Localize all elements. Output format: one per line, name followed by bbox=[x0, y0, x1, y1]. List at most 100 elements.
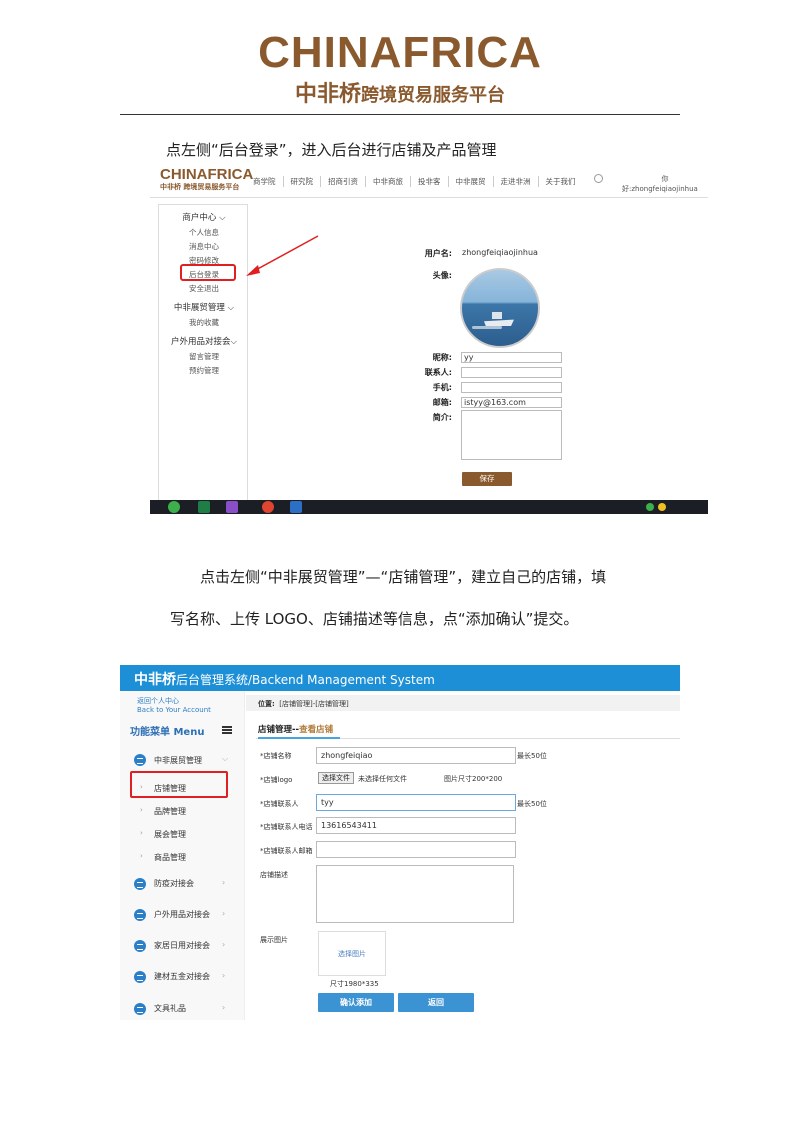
brand-subtitle: 中非桥跨境贸易服务平台 bbox=[0, 76, 800, 108]
sidebar-group-expo[interactable]: 中非展贸管理 ⌵ bbox=[159, 301, 249, 313]
backend-title: 中非桥后台管理系统/Backend Management System bbox=[134, 669, 435, 689]
hamburger-icon[interactable] bbox=[222, 726, 232, 734]
avatar[interactable] bbox=[460, 268, 540, 348]
menu-item-brand-mgmt[interactable]: 品牌管理 bbox=[154, 806, 186, 817]
save-button[interactable]: 保存 bbox=[462, 472, 512, 486]
backend-title-rest: 后台管理系统/Backend Management System bbox=[176, 673, 435, 687]
intro-label: 简介: bbox=[432, 413, 452, 422]
nav-item[interactable]: 商学院 bbox=[246, 176, 284, 187]
app-icon[interactable] bbox=[168, 501, 180, 513]
menu-group-icon bbox=[134, 940, 146, 952]
menu-group-epidemic[interactable]: 防疫对接会 bbox=[154, 878, 194, 889]
menu-group-home[interactable]: 家居日用对接会 bbox=[154, 940, 210, 951]
sidebar-item-messages-mgmt[interactable]: 留言管理 bbox=[159, 351, 249, 362]
image-size-note: 尺寸1980*335 bbox=[330, 980, 379, 988]
sidebar-item-profile[interactable]: 个人信息 bbox=[159, 227, 249, 238]
email-input[interactable]: istyy@163.com bbox=[461, 397, 562, 408]
menu-item-goods-mgmt[interactable]: 商品管理 bbox=[154, 852, 186, 863]
ship-hull bbox=[484, 319, 514, 326]
nav-item[interactable]: 中非展贸 bbox=[449, 176, 494, 187]
paragraph-2-line-2: 写名称、上传 LOGO、店铺描述等信息，点“添加确认”提交。 bbox=[170, 610, 579, 628]
chrome-icon[interactable] bbox=[262, 501, 274, 513]
shop-name-label: *店铺名称 bbox=[260, 752, 292, 760]
nav-item[interactable]: 投非客 bbox=[411, 176, 449, 187]
paragraph-2-line-1: 点击左侧“中非展贸管理”—“店铺管理”，建立自己的店铺，填 bbox=[200, 568, 607, 586]
tray-icon[interactable] bbox=[658, 503, 666, 511]
email-label: 邮箱: bbox=[432, 398, 452, 407]
intro-textarea[interactable] bbox=[461, 410, 562, 460]
shop-desc-textarea[interactable] bbox=[316, 865, 514, 923]
back-button[interactable]: 返回 bbox=[398, 993, 474, 1012]
menu-group-outdoor[interactable]: 户外用品对接会 bbox=[154, 909, 210, 920]
chevron-right-icon: › bbox=[222, 1003, 226, 1012]
nickname-input[interactable]: yy bbox=[461, 352, 562, 363]
shop-email-input[interactable] bbox=[316, 841, 516, 858]
logo-size-note: 图片尺寸200*200 bbox=[444, 775, 503, 783]
back-to-account-link[interactable]: 返回个人中心 Back to Your Account bbox=[137, 697, 211, 715]
contact-input[interactable] bbox=[461, 367, 562, 378]
nickname-label: 昵称: bbox=[432, 353, 452, 362]
bullet-icon: › bbox=[140, 806, 143, 814]
sidebar-item-messages[interactable]: 消息中心 bbox=[159, 241, 249, 252]
user-greeting: 你 好:zhongfeiqiaojinhua bbox=[622, 174, 708, 194]
highlight-box bbox=[180, 264, 236, 281]
menu-heading: 功能菜单 Menu bbox=[130, 727, 205, 738]
bullet-icon: › bbox=[140, 852, 143, 860]
search-icon[interactable] bbox=[594, 174, 603, 183]
sidebar-group-label: 商户中心 bbox=[182, 213, 217, 223]
app-icon[interactable] bbox=[226, 501, 238, 513]
user-greeting-line2: 好:zhongfeiqiaojinhua bbox=[622, 185, 698, 193]
phone-input[interactable] bbox=[461, 382, 562, 393]
menu-group-stationery[interactable]: 文具礼品 bbox=[154, 1003, 186, 1014]
confirm-add-button[interactable]: 确认添加 bbox=[318, 993, 394, 1012]
chevron-right-icon: › bbox=[222, 878, 226, 887]
breadcrumb: 位置: [店铺管理]-[店铺管理] bbox=[258, 699, 349, 709]
menu-item-expo-mgmt[interactable]: 展会管理 bbox=[154, 829, 186, 840]
header-divider bbox=[120, 114, 680, 115]
tray-icon[interactable] bbox=[646, 503, 654, 511]
site-logo[interactable]: CHINAFRICA bbox=[160, 166, 253, 183]
ship-wake bbox=[472, 326, 502, 329]
section-title: 店铺管理--查看店铺 bbox=[258, 723, 333, 735]
excel-icon[interactable] bbox=[198, 501, 210, 513]
sidebar-group-merchant[interactable]: 商户中心 ⌵ bbox=[159, 211, 249, 223]
word-icon[interactable] bbox=[290, 501, 302, 513]
shop-name-input[interactable]: zhongfeiqiao bbox=[316, 747, 516, 764]
phone-label: 手机: bbox=[432, 383, 452, 392]
sidebar-group-label: 户外用品对接会 bbox=[171, 337, 231, 347]
os-taskbar bbox=[150, 500, 708, 514]
menu-group-hardware[interactable]: 建材五金对接会 bbox=[154, 971, 210, 982]
brand-subtitle-rest: 跨境贸易服务平台 bbox=[361, 85, 505, 106]
menu-group-icon bbox=[134, 971, 146, 983]
brand-logo: CHINAFRICA bbox=[258, 28, 542, 77]
ship-icon bbox=[492, 312, 502, 319]
chevron-down-icon: ⌵ bbox=[227, 303, 235, 313]
sidebar-group-outdoor[interactable]: 户外用品对接会⌵ bbox=[159, 335, 249, 347]
menu-group-expo[interactable]: 中非展贸管理 bbox=[154, 755, 202, 766]
menu-group-icon bbox=[134, 1003, 146, 1015]
nav-item[interactable]: 关于我们 bbox=[539, 176, 583, 187]
sidebar-group-label: 中非展贸管理 bbox=[173, 303, 225, 313]
shop-desc-label: 店铺描述 bbox=[260, 871, 288, 879]
nav-item[interactable]: 研究院 bbox=[284, 176, 321, 187]
shop-contact-input[interactable]: tyy bbox=[316, 794, 516, 811]
nav-item[interactable]: 中非商旅 bbox=[366, 176, 411, 187]
sidebar-item-favorites[interactable]: 我的收藏 bbox=[159, 317, 249, 328]
choose-file-button[interactable]: 选择文件 bbox=[318, 772, 354, 784]
screenshot-backend: 中非桥后台管理系统/Backend Management System 返回个人… bbox=[120, 665, 680, 1020]
username-label: 用户名: bbox=[424, 249, 452, 258]
display-image-label: 展示图片 bbox=[260, 936, 288, 944]
shop-phone-input[interactable]: 13616543411 bbox=[316, 817, 516, 834]
nav-item[interactable]: 招商引资 bbox=[321, 176, 366, 187]
shop-name-note: 最长50位 bbox=[517, 752, 547, 760]
user-greeting-line1: 你 bbox=[661, 175, 669, 183]
choose-image-button[interactable]: 选择图片 bbox=[318, 931, 386, 976]
shop-email-label: *店铺联系人邮箱 bbox=[260, 847, 313, 855]
shop-phone-label: *店铺联系人电话 bbox=[260, 823, 313, 831]
brand-subtitle-main: 中非桥 bbox=[294, 82, 361, 107]
sidebar-item-logout[interactable]: 安全退出 bbox=[159, 283, 249, 294]
nav-menu: 商学院 研究院 招商引资 中非商旅 投非客 中非展贸 走进非洲 关于我们 bbox=[246, 176, 583, 187]
sidebar-item-booking-mgmt[interactable]: 预约管理 bbox=[159, 365, 249, 376]
backend-title-brand: 中非桥 bbox=[134, 672, 176, 688]
nav-item[interactable]: 走进非洲 bbox=[494, 176, 539, 187]
